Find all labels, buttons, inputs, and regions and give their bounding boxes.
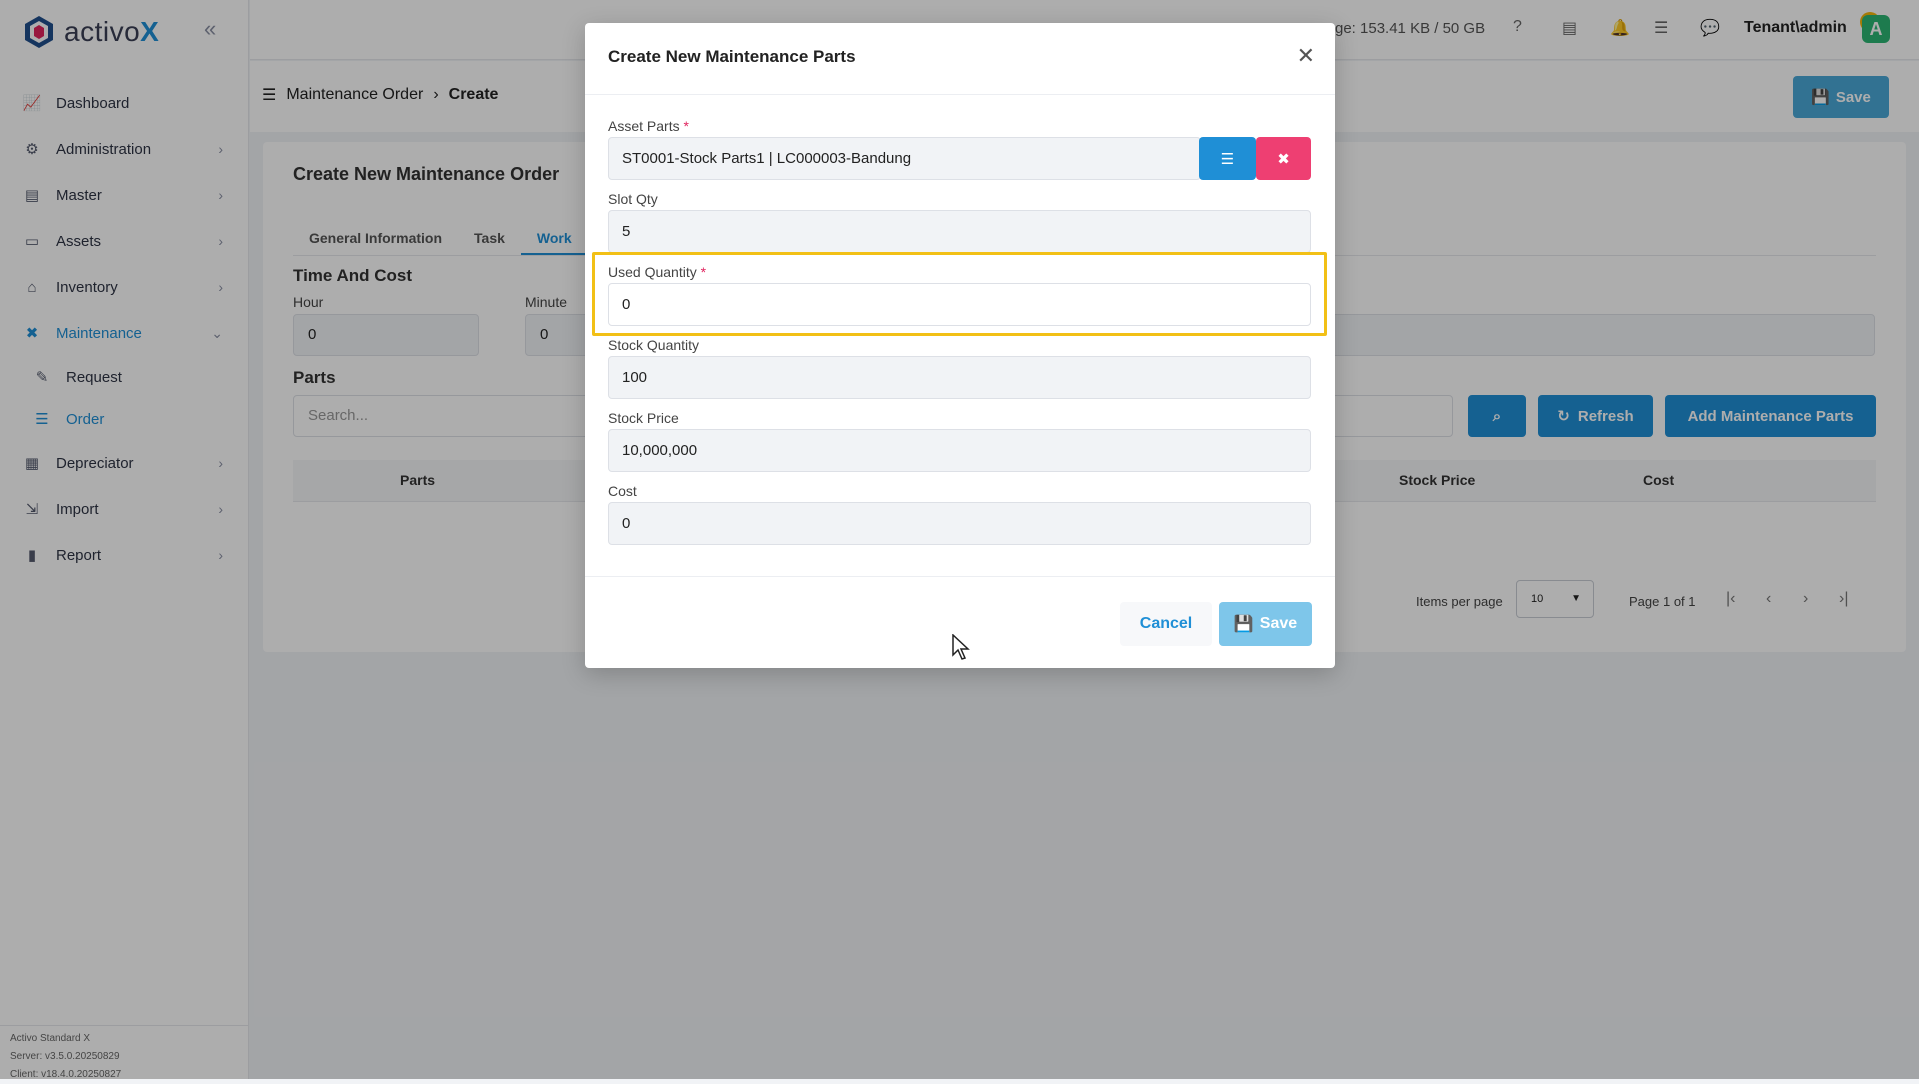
list-icon: ☰ [1220, 150, 1235, 168]
save-label: Save [1259, 615, 1298, 632]
close-icon: ✖ [1277, 150, 1290, 168]
asset-parts-input[interactable]: ST0001-Stock Parts1 | LC000003-Bandung [608, 137, 1201, 180]
cancel-button[interactable]: Cancel [1120, 602, 1212, 646]
used-quantity-input[interactable]: 0 [608, 283, 1311, 326]
create-parts-modal: Create New Maintenance Parts ✕ Asset Par… [585, 23, 1335, 668]
stock-quantity-label: Stock Quantity [608, 337, 700, 353]
stock-price-label: Stock Price [608, 410, 679, 426]
asset-parts-clear-button[interactable]: ✖ [1256, 137, 1311, 180]
close-icon[interactable]: ✕ [1297, 43, 1315, 69]
stock-quantity-input[interactable]: 100 [608, 356, 1311, 399]
stock-price-input[interactable]: 10,000,000 [608, 429, 1311, 472]
asset-parts-label: Asset Parts * [608, 118, 689, 134]
modal-header: Create New Maintenance Parts ✕ [585, 23, 1335, 95]
cost-label: Cost [608, 483, 637, 499]
modal-save-button[interactable]: 💾 Save [1219, 602, 1312, 646]
asset-parts-list-button[interactable]: ☰ [1199, 137, 1256, 180]
modal-footer-divider [585, 576, 1335, 577]
slot-qty-input[interactable]: 5 [608, 210, 1311, 253]
mouse-cursor-icon [952, 634, 970, 660]
used-quantity-label: Used Quantity * [608, 264, 707, 280]
cost-input[interactable]: 0 [608, 502, 1311, 545]
modal-title: Create New Maintenance Parts [608, 47, 856, 66]
slot-qty-label: Slot Qty [608, 191, 658, 207]
save-icon: 💾 [1233, 616, 1254, 633]
